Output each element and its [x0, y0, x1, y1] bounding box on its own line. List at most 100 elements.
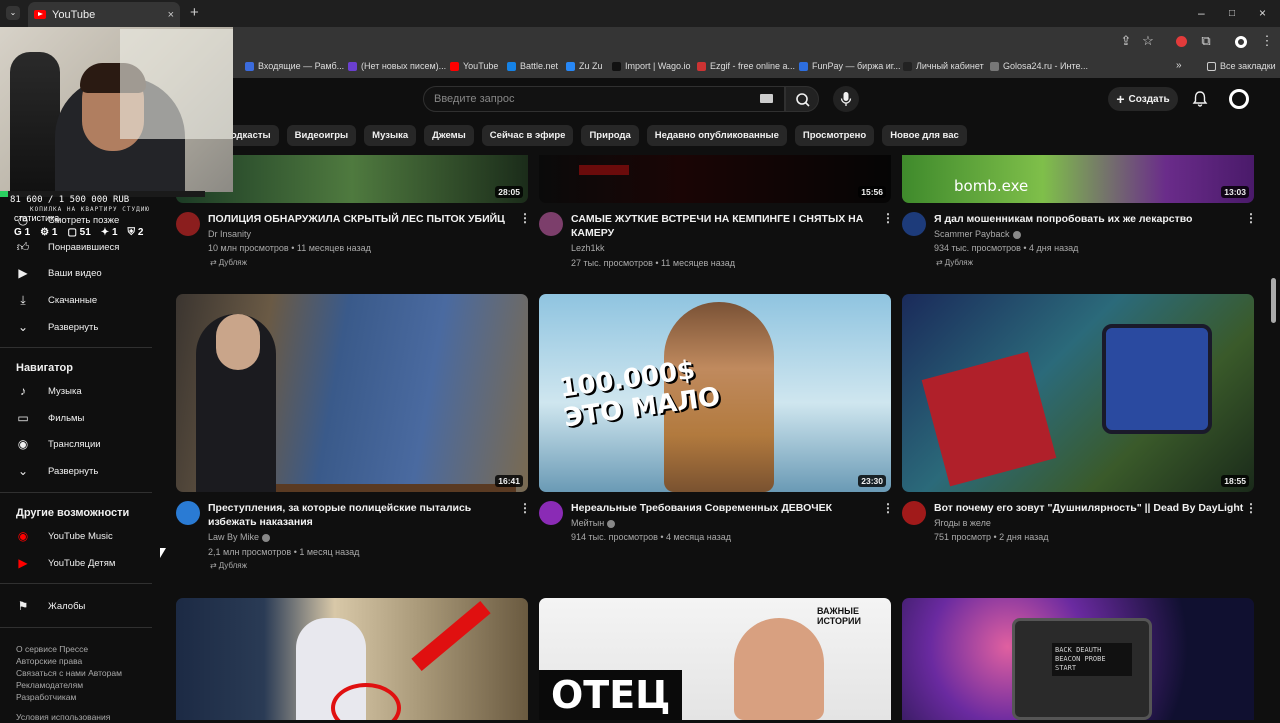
tab-list-button[interactable]: ⌄	[6, 6, 20, 20]
maximize-button[interactable]: □	[1229, 8, 1235, 19]
dub-icon: ⇄	[210, 258, 217, 267]
channel-name[interactable]: Мейтын	[571, 516, 616, 530]
install-app-icon[interactable]: ⇪	[1119, 34, 1133, 48]
channel-name[interactable]: Lezh1kk	[571, 241, 605, 255]
chip-new-for-you[interactable]: Новое для вас	[882, 125, 967, 146]
bookmark-item[interactable]: Ezgif - free online a...	[697, 61, 795, 71]
extensions-puzzle-icon[interactable]: ⧉	[1199, 34, 1213, 48]
chip-nature[interactable]: Природа	[581, 125, 639, 146]
footer-link[interactable]: Авторские права	[16, 655, 156, 667]
sidebar-item-youtube-music[interactable]: ◉ YouTube Music	[16, 529, 113, 543]
chip-jams[interactable]: Джемы	[424, 125, 474, 146]
bookmark-item[interactable]: Личный кабинет	[903, 61, 984, 71]
thumbnail-shape	[1102, 324, 1212, 434]
video-thumbnail[interactable]: 16:41	[176, 294, 528, 492]
bookmark-label: Golosa24.ru - Инте...	[1003, 61, 1088, 71]
tab-close-icon[interactable]: ×	[168, 9, 174, 21]
footer-link[interactable]: Рекламодателям	[16, 679, 156, 691]
chip-recently-uploaded[interactable]: Недавно опубликованные	[646, 125, 787, 146]
video-thumbnail[interactable]: BACK DEAUTH BEACON PROBE START	[902, 598, 1254, 720]
close-window-button[interactable]: ×	[1259, 6, 1266, 20]
search-input[interactable]: Введите запрос	[423, 86, 785, 112]
bookmark-item[interactable]: (Нет новых писем)...	[348, 61, 446, 71]
stat-value: 1	[51, 227, 58, 238]
chip-live[interactable]: Сейчас в эфире	[481, 125, 574, 146]
voice-search-button[interactable]	[833, 86, 859, 112]
page-scrollbar[interactable]	[1271, 278, 1276, 323]
video-thumbnail[interactable]: 15:56	[539, 155, 891, 203]
bookmark-item[interactable]: FunPay — биржа иг...	[799, 61, 900, 71]
bookmark-item[interactable]: Входящие — Рамб...	[245, 61, 344, 71]
sidebar-item-expand-navigator[interactable]: ⌄ Развернуть	[16, 464, 98, 478]
bookmark-item[interactable]: Zu Zu	[566, 61, 603, 71]
all-bookmarks[interactable]: Все закладки	[1207, 61, 1276, 71]
more-bookmarks-icon[interactable]: »	[1176, 60, 1182, 71]
sidebar-item-reports[interactable]: ⚑ Жалобы	[16, 599, 86, 613]
video-thumbnail[interactable]: 100.000$ ЭТО МАЛО 23:30	[539, 294, 891, 492]
footer-link[interactable]: Связаться с нами Авторам	[16, 667, 156, 679]
bookmark-item[interactable]: YouTube	[450, 61, 498, 71]
more-actions-icon[interactable]: ⋮	[1245, 501, 1257, 515]
extension-icon[interactable]	[1176, 36, 1187, 47]
sidebar-item-live[interactable]: ◉ Трансляции	[16, 437, 101, 451]
channel-name[interactable]: Dr Insanity	[208, 227, 251, 241]
sidebar-item-music[interactable]: ♪ Музыка	[16, 384, 82, 398]
create-button[interactable]: + Создать	[1108, 87, 1178, 111]
more-actions-icon[interactable]: ⋮	[519, 501, 531, 515]
channel-name-text: Scammer Payback	[934, 229, 1010, 239]
sidebar-item-downloads[interactable]: ⤓ Скачанные	[16, 293, 97, 307]
video-thumbnail[interactable]: bomb.exe 13:03	[902, 155, 1254, 203]
video-thumbnail[interactable]	[176, 598, 528, 720]
bookmark-label: Import | Wago.io	[625, 61, 691, 71]
new-tab-button[interactable]: +	[190, 4, 199, 21]
plus-icon: +	[1116, 91, 1125, 107]
video-thumbnail[interactable]: 18:55	[902, 294, 1254, 492]
video-title[interactable]: САМЫЕ ЖУТКИЕ ВСТРЕЧИ НА КЕМПИНГЕ І СНЯТЫ…	[571, 212, 871, 240]
chip-videogames[interactable]: Видеоигры	[286, 125, 357, 146]
footer-link[interactable]: О сервисе Прессе	[16, 643, 156, 655]
bookmark-star-icon[interactable]: ☆	[1141, 34, 1155, 48]
channel-avatar[interactable]	[539, 501, 563, 525]
chip-watched[interactable]: Просмотрено	[794, 125, 875, 146]
dub-badge: ⇄ Дубляж	[936, 258, 973, 267]
minimize-button[interactable]: –	[1198, 6, 1205, 20]
sidebar-item-expand[interactable]: ⌄ Развернуть	[16, 320, 98, 334]
more-actions-icon[interactable]: ⋮	[882, 211, 894, 225]
video-title[interactable]: Нереальные Требования Современных ДЕВОЧЕ…	[571, 501, 871, 515]
more-actions-icon[interactable]: ⋮	[1245, 211, 1257, 225]
chip-music[interactable]: Музыка	[364, 125, 417, 146]
profile-icon[interactable]	[1235, 36, 1247, 48]
browser-menu-icon[interactable]: ⋮	[1260, 34, 1274, 48]
bookmark-item[interactable]: Battle.net	[507, 61, 558, 71]
video-duration: 23:30	[858, 475, 886, 487]
more-actions-icon[interactable]: ⋮	[882, 501, 894, 515]
channel-name[interactable]: Scammer Payback	[934, 227, 1021, 241]
footer-link[interactable]: Разработчикам	[16, 691, 156, 703]
keyboard-icon[interactable]	[760, 94, 773, 103]
search-button[interactable]	[785, 86, 819, 112]
sidebar-item-films[interactable]: ▭ Фильмы	[16, 411, 84, 425]
video-title[interactable]: Я дал мошенникам попробовать их же лекар…	[934, 212, 1234, 226]
channel-name[interactable]: Law By Mike	[208, 530, 271, 544]
flag-icon: ⚑	[17, 599, 29, 613]
sidebar-item-youtube-kids[interactable]: ▶ YouTube Детям	[16, 556, 115, 570]
footer-link[interactable]: Условия использования	[16, 711, 156, 723]
sidebar-item-your-videos[interactable]: ▶ Ваши видео	[16, 266, 101, 280]
more-actions-icon[interactable]: ⋮	[519, 211, 531, 225]
video-title[interactable]: Преступления, за которые полицейские пыт…	[208, 501, 508, 529]
bookmark-item[interactable]: Import | Wago.io	[612, 61, 691, 71]
notifications-button[interactable]	[1191, 90, 1209, 108]
channel-avatar[interactable]	[176, 501, 200, 525]
channel-avatar[interactable]	[539, 212, 563, 236]
video-thumbnail[interactable]: ВАЖНЫЕ ИСТОРИИ ОТЕЦ	[539, 598, 891, 720]
youtube-music-icon: ◉	[17, 529, 29, 543]
channel-avatar[interactable]	[902, 212, 926, 236]
video-title[interactable]: Вот почему его зовут "Душнилярность" || …	[934, 501, 1244, 515]
video-title[interactable]: ПОЛИЦИЯ ОБНАРУЖИЛА СКРЫТЫЙ ЛЕС ПЫТОК УБИ…	[208, 212, 508, 226]
bookmark-item[interactable]: Golosa24.ru - Инте...	[990, 61, 1088, 71]
channel-avatar[interactable]	[902, 501, 926, 525]
channel-name[interactable]: Ягоды в желе	[934, 516, 991, 530]
account-avatar[interactable]	[1229, 89, 1249, 109]
browser-tab[interactable]: YouTube ×	[28, 2, 180, 27]
viewers-icon: G	[14, 227, 22, 238]
